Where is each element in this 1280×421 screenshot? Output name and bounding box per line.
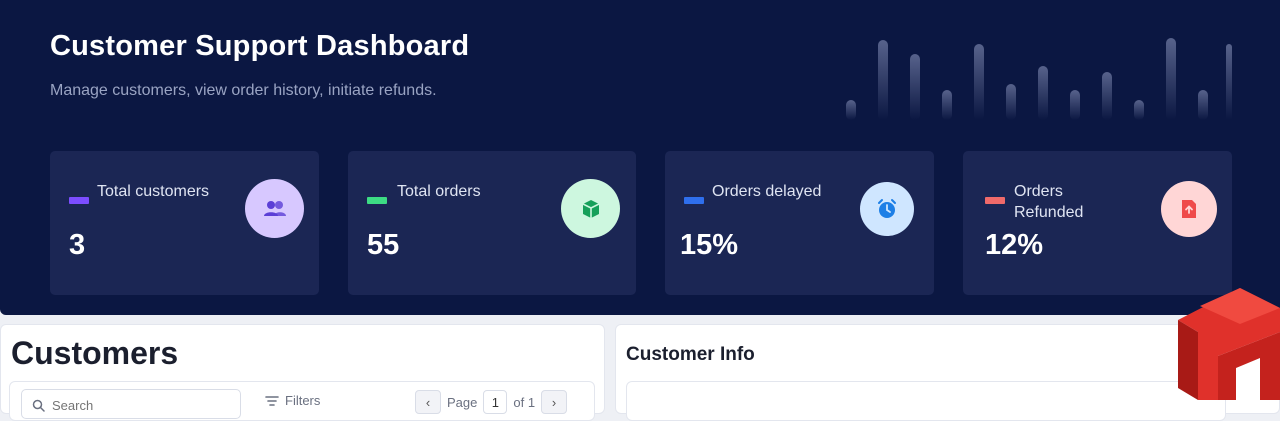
decorative-bars [846,14,1236,134]
decorative-bar [878,40,888,120]
stat-card-orders-refunded: Orders Refunded 12% [963,151,1232,295]
customer-info-content [626,381,1226,421]
decorative-bar [1134,100,1144,120]
filter-icon [265,395,279,406]
pagination: ‹ Page 1 of 1 › [415,390,568,414]
stat-card-orders-delayed: Orders delayed 15% [665,151,934,295]
stat-badge [860,182,914,236]
stat-swatch [69,197,89,204]
page-title: Customer Support Dashboard [50,30,470,62]
stat-label: Total orders [397,183,481,200]
customers-panel: Customers Filters ‹ Page 1 of 1 › [0,324,605,421]
stat-badge [561,179,620,238]
dashboard-hero: Customer Support Dashboard Manage custom… [0,0,1280,315]
chevron-left-icon: ‹ [425,394,431,410]
stat-card-total-customers: Total customers 3 [50,151,319,295]
page-label: Page [447,394,478,410]
decorative-bar [1070,90,1080,120]
stat-label: Orders Refunded [1014,183,1084,221]
stat-swatch [985,197,1005,204]
search-box [21,389,241,419]
stat-label: Total customers [97,183,210,200]
package-icon [582,199,599,218]
decorative-bar [1102,72,1112,120]
decorative-bar [1198,90,1208,120]
stat-card-total-orders: Total orders 55 [348,151,636,295]
stat-badge [1161,181,1217,237]
stat-value: 55 [367,229,400,261]
stat-value: 15% [680,229,739,261]
alarm-clock-icon [878,199,896,218]
decorative-bar [1226,44,1232,120]
brand-logo-icon [1178,288,1280,400]
decorative-bar [1006,84,1016,120]
stat-label: Orders delayed [712,183,822,200]
decorative-bar [1038,66,1048,120]
refund-document-icon [1182,200,1196,218]
page-total-label: of 1 [513,394,536,410]
decorative-bar [1166,38,1176,120]
stat-value: 12% [985,229,1044,261]
users-icon [263,200,286,216]
page-number-input[interactable]: 1 [483,390,508,414]
page-subtitle: Manage customers, view order history, in… [50,82,437,99]
search-input[interactable] [52,394,232,416]
customers-toolbar: Filters ‹ Page 1 of 1 › [9,381,595,421]
customer-info-title: Customer Info [626,344,755,365]
filters-label: Filters [285,393,321,408]
decorative-bar [974,44,984,120]
filters-button[interactable]: Filters [265,393,320,408]
decorative-bar [910,54,920,120]
stat-value: 3 [69,229,86,261]
decorative-bar [846,100,856,120]
stat-swatch [367,197,387,204]
next-page-button[interactable]: › [541,390,568,414]
prev-page-button[interactable]: ‹ [415,390,441,414]
chevron-right-icon: › [551,394,557,410]
decorative-bar [942,90,952,120]
stat-swatch [684,197,704,204]
search-icon [32,399,45,412]
stat-badge [245,179,304,238]
customers-title: Customers [11,335,179,371]
